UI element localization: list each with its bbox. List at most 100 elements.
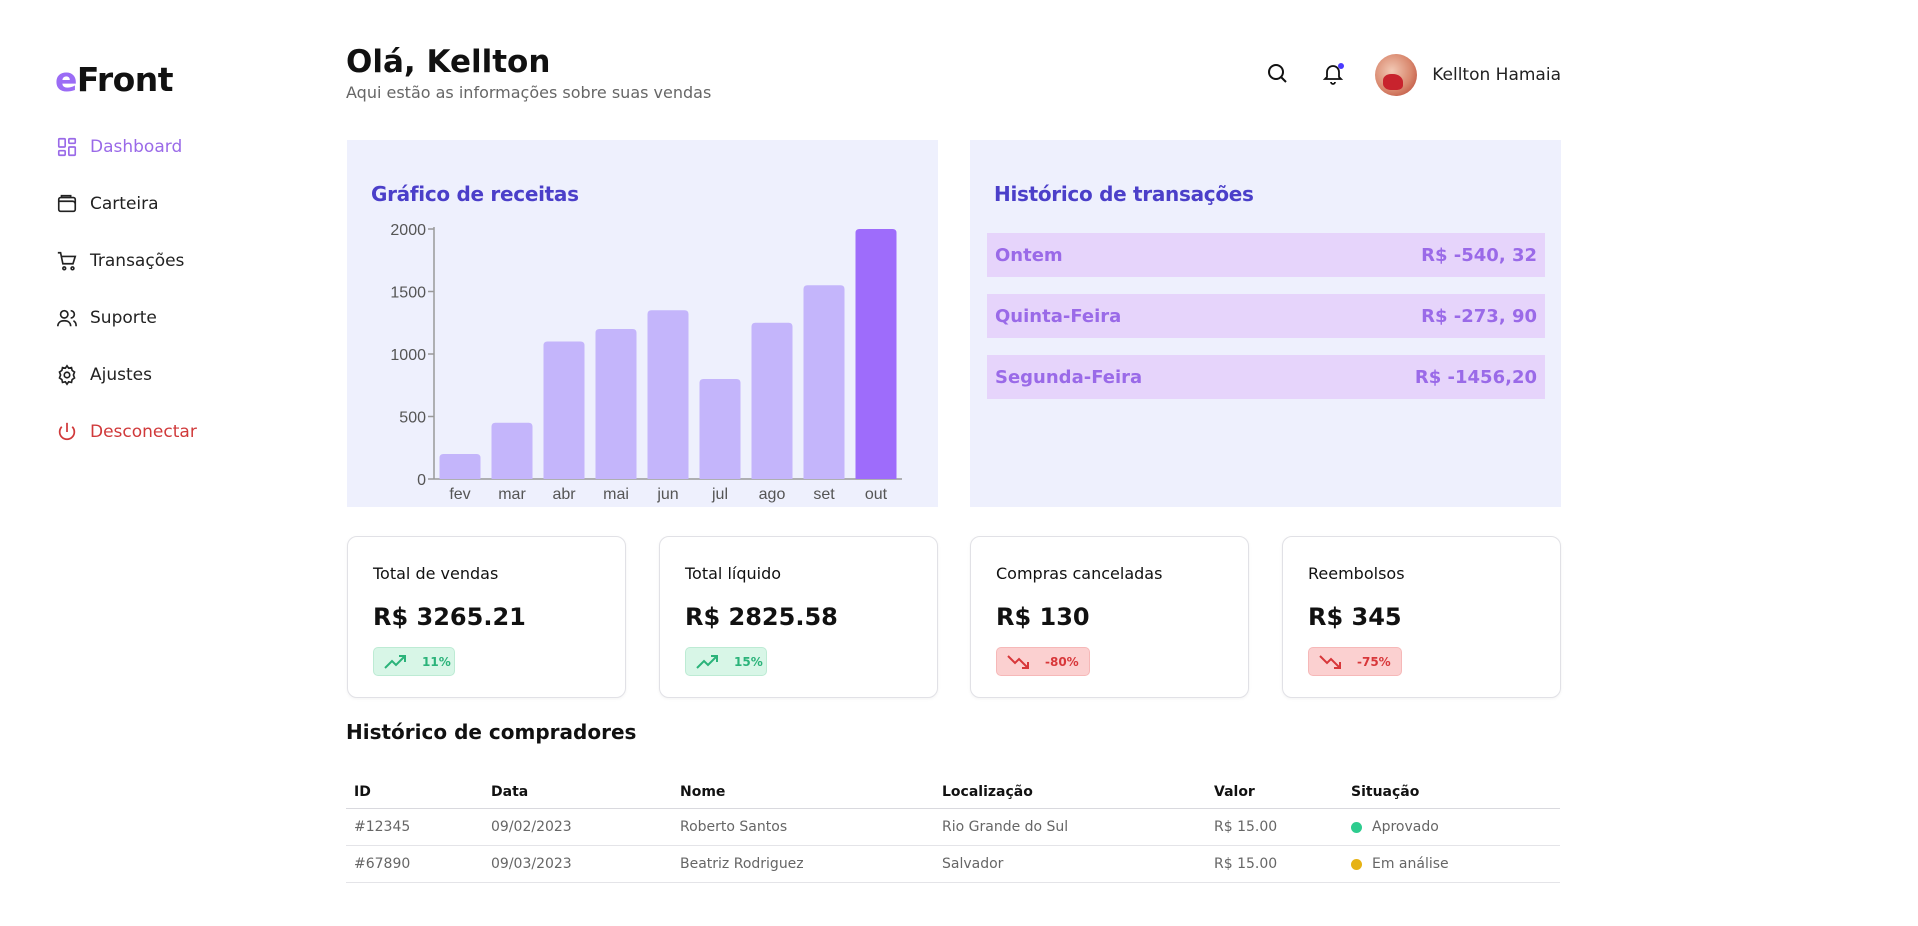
transaction-row[interactable]: Quinta-Feira R$ -273, 90 — [987, 294, 1545, 338]
transaction-amount: R$ -1456,20 — [1414, 366, 1537, 388]
sidebar-item-transactions[interactable]: Transações — [55, 248, 275, 274]
column-header[interactable]: Data — [483, 784, 672, 800]
y-tick-label: 0 — [417, 472, 426, 489]
sidebar-item-label: Suporte — [90, 308, 157, 328]
brand-logo[interactable]: eFront — [55, 60, 174, 99]
status-label: Aprovado — [1372, 819, 1439, 835]
card-title: Total de vendas — [373, 564, 499, 583]
y-tick-label: 1000 — [390, 347, 426, 364]
column-header[interactable]: Nome — [672, 784, 934, 800]
transactions-panel: Histórico de transações Ontem R$ -540, 3… — [970, 140, 1561, 507]
sidebar-item-logout[interactable]: Desconectar — [55, 419, 275, 445]
column-header[interactable]: Situação — [1343, 784, 1560, 800]
bar — [803, 285, 845, 479]
sidebar-item-settings[interactable]: Ajustes — [55, 362, 275, 388]
dashboard-icon — [55, 135, 79, 159]
transaction-row[interactable]: Ontem R$ -540, 32 — [987, 233, 1545, 277]
revenue-chart: 0 500 1000 1500 2000 fev mar abr mai jun jul ago set… — [390, 222, 902, 503]
status-dot — [1351, 858, 1362, 870]
table-header: ID Data Nome Localização Valor Situação — [346, 775, 1560, 809]
cell-location: Salvador — [942, 856, 1004, 872]
cell-date: 09/03/2023 — [491, 856, 572, 872]
gear-icon — [55, 363, 79, 387]
sidebar-item-label: Carteira — [90, 194, 159, 214]
status-label: Em análise — [1372, 856, 1449, 872]
x-tick-label: abr — [552, 486, 576, 503]
stat-card-cancelled[interactable]: Compras canceladas R$ 130 -80% — [970, 536, 1249, 698]
trend-down-icon — [1007, 653, 1033, 671]
transactions-list: Ontem R$ -540, 32 Quinta-Feira R$ -273, … — [987, 233, 1545, 416]
cell-name: Beatriz Rodriguez — [680, 856, 804, 872]
sidebar-item-label: Dashboard — [90, 137, 183, 157]
stat-card-refunds[interactable]: Reembolsos R$ 345 -75% — [1282, 536, 1561, 698]
bar — [491, 422, 533, 479]
transactions-title: Histórico de transações — [994, 182, 1254, 206]
power-icon — [55, 420, 79, 444]
stat-card-total-sales[interactable]: Total de vendas R$ 3265.21 11% — [347, 536, 626, 698]
card-value: R$ 130 — [996, 603, 1090, 631]
sidebar-item-label: Transações — [90, 251, 185, 271]
cell-id: #12345 — [354, 819, 411, 835]
table-row[interactable]: #12345 09/02/2023 Roberto Santos Rio Gra… — [346, 809, 1560, 846]
x-tick-label: out — [865, 486, 888, 503]
page-subtitle: Aqui estão as informações sobre suas ven… — [346, 83, 712, 102]
column-header[interactable]: ID — [346, 784, 483, 800]
header-actions: Kellton Hamaia — [1263, 54, 1561, 96]
trend-badge: -75% — [1308, 647, 1402, 676]
y-tick-label: 1500 — [390, 285, 426, 302]
card-value: R$ 3265.21 — [373, 603, 526, 631]
table-row[interactable]: #67890 09/03/2023 Beatriz Rodriguez Salv… — [346, 846, 1560, 883]
x-tick-label: mar — [498, 486, 526, 503]
transaction-amount: R$ -540, 32 — [1421, 244, 1537, 266]
buyers-title: Histórico de compradores — [346, 720, 637, 744]
user-name[interactable]: Kellton Hamaia — [1432, 65, 1561, 85]
sidebar-item-wallet[interactable]: Carteira — [55, 191, 275, 217]
x-tick-label: jun — [656, 486, 678, 503]
card-value: R$ 2825.58 — [685, 603, 838, 631]
bar — [647, 310, 689, 479]
sidebar-item-label: Desconectar — [90, 422, 197, 442]
column-header[interactable]: Localização — [934, 784, 1206, 800]
bar — [439, 454, 481, 479]
cell-value: R$ 15.00 — [1214, 819, 1278, 835]
cell-location: Rio Grande do Sul — [942, 819, 1069, 835]
transaction-row[interactable]: Segunda-Feira R$ -1456,20 — [987, 355, 1545, 399]
x-tick-label: fev — [449, 486, 470, 503]
cell-status: Em análise — [1343, 856, 1560, 872]
sidebar-item-support[interactable]: Suporte — [55, 305, 275, 331]
column-header[interactable]: Valor — [1206, 784, 1343, 800]
page-title: Olá, Kellton — [346, 44, 551, 80]
sidebar-nav: Dashboard Carteira Transações Suporte Aj… — [55, 134, 275, 476]
trend-value: 11% — [422, 654, 451, 669]
x-tick-label: ago — [759, 486, 786, 503]
card-title: Total líquido — [685, 564, 782, 583]
bar — [751, 322, 793, 479]
sidebar-item-dashboard[interactable]: Dashboard — [55, 134, 275, 160]
cell-id: #67890 — [354, 856, 411, 872]
card-title: Reembolsos — [1308, 564, 1405, 583]
transaction-label: Ontem — [995, 244, 1063, 266]
search-icon — [1265, 61, 1289, 89]
status-dot — [1351, 821, 1362, 833]
cell-value: R$ 15.00 — [1214, 856, 1278, 872]
trend-badge: 11% — [373, 647, 455, 676]
trend-up-icon — [696, 653, 722, 671]
trend-down-icon — [1319, 653, 1345, 671]
bar — [855, 229, 897, 479]
notifications-button[interactable] — [1319, 61, 1347, 89]
x-tick-label: mai — [603, 486, 629, 503]
avatar[interactable] — [1375, 54, 1418, 96]
search-button[interactable] — [1263, 61, 1291, 89]
bar — [699, 379, 741, 479]
x-tick-label: jul — [711, 486, 728, 503]
bar — [543, 341, 585, 479]
trend-badge: -80% — [996, 647, 1090, 676]
trend-value: 15% — [734, 654, 763, 669]
stat-card-net-total[interactable]: Total líquido R$ 2825.58 15% — [659, 536, 938, 698]
cell-name: Roberto Santos — [680, 819, 788, 835]
buyers-table: ID Data Nome Localização Valor Situação … — [346, 775, 1560, 883]
cart-icon — [55, 249, 79, 273]
trend-value: -75% — [1357, 654, 1391, 669]
transaction-label: Quinta-Feira — [995, 305, 1122, 327]
y-tick-label: 2000 — [390, 222, 426, 239]
